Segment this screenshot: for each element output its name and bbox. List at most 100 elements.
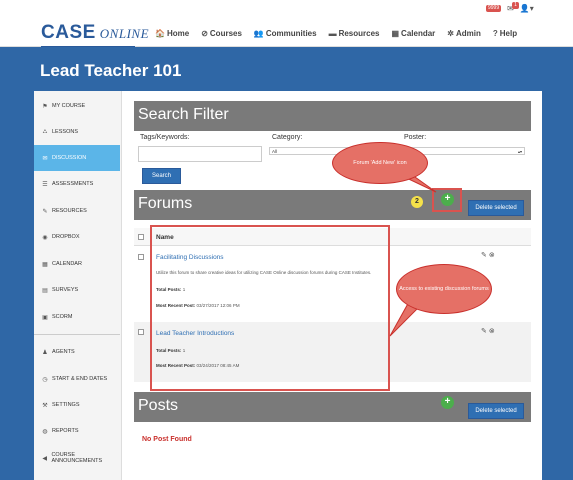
- home-icon: 🏠: [155, 29, 165, 38]
- calendar-icon: ▦: [391, 29, 400, 38]
- sidebar-item-resources[interactable]: ✎ RESOURCES: [34, 198, 120, 224]
- header-utilities: 9999 ✉ 1 👤▾: [486, 2, 534, 13]
- callout-access-forums: Access to existing discussion forums: [396, 264, 492, 314]
- case-online-logo[interactable]: CASE ONLINE: [41, 22, 149, 47]
- nav-help[interactable]: ? Help: [493, 29, 517, 38]
- forums-title: Forums: [138, 195, 193, 212]
- add-post-icon[interactable]: +: [441, 396, 454, 409]
- delete-icon[interactable]: ⊗: [489, 327, 495, 335]
- delete-icon[interactable]: ⊗: [489, 251, 495, 259]
- scorm-icon: ▣: [42, 314, 48, 321]
- course-sidebar: ⚑ MY COURSE ⛼ LESSONS ✉ DISCUSSION ☰ ASSESSM…: [34, 91, 122, 480]
- nav-home[interactable]: 🏠 Home: [155, 29, 189, 38]
- sidebar-item-lessons[interactable]: ⛼ LESSONS: [34, 119, 120, 145]
- pencil-icon: ✎: [42, 208, 48, 215]
- sidebar-item-label: SURVEYS: [52, 287, 79, 293]
- nav-courses[interactable]: ⊘ Courses: [201, 29, 242, 38]
- mail-badge: 1: [512, 2, 519, 9]
- nav-label: Help: [499, 29, 518, 38]
- posts-title: Posts: [138, 397, 179, 414]
- nav-label: Home: [166, 29, 190, 38]
- reports-icon: ◍: [42, 428, 48, 435]
- main-nav: 🏠 Home ⊘ Courses 👥 Communities ▬ Resources ▦…: [155, 29, 517, 38]
- course-title: Lead Teacher 101: [40, 61, 182, 80]
- sidebar-item-scorm[interactable]: ▣ SCORM: [34, 304, 120, 330]
- sidebar-item-reports[interactable]: ◍ REPORTS: [34, 418, 120, 444]
- edit-icon[interactable]: ✎: [481, 251, 487, 259]
- select-all-checkbox[interactable]: [138, 234, 144, 240]
- nav-label: Courses: [209, 29, 242, 38]
- nav-communities[interactable]: 👥 Communities: [254, 29, 317, 38]
- no-post-message: No Post Found: [142, 436, 192, 443]
- sidebar-item-label: REPORTS: [52, 428, 79, 434]
- add-new-highlight: [432, 188, 462, 212]
- course-banner: Lead Teacher 101: [0, 47, 573, 91]
- calendar-icon: ▦: [42, 261, 48, 268]
- sidebar-item-dropbox[interactable]: ◉ DROPBOX: [34, 224, 120, 250]
- category-label: Category:: [272, 134, 303, 141]
- sidebar-item-label: RESOURCES: [52, 208, 87, 214]
- communities-icon: 👥: [253, 29, 264, 38]
- sidebar-item-label: MY COURSE: [52, 103, 86, 109]
- discussion-icon: ✉: [42, 155, 48, 162]
- sidebar-item-label: SCORM: [52, 314, 73, 320]
- sidebar-item-my-course[interactable]: ⚑ MY COURSE: [34, 93, 120, 119]
- row-checkbox[interactable]: [138, 254, 144, 260]
- sidebar-divider: [34, 334, 120, 335]
- nav-label: Admin: [455, 29, 481, 38]
- search-filter-title: Search Filter: [138, 106, 229, 123]
- sidebar-item-label: START & END DATES: [52, 376, 108, 382]
- dropbox-icon: ◉: [42, 234, 48, 241]
- sidebar-item-agents[interactable]: ♟ AGENTS: [34, 339, 120, 365]
- delete-selected-forums-button[interactable]: Delete selected: [468, 200, 524, 216]
- search-filter-header: Search Filter: [134, 101, 531, 131]
- sidebar-item-label: CALENDAR: [52, 261, 82, 267]
- row-actions: ✎ ⊗: [481, 251, 495, 259]
- notification-badge[interactable]: 9999: [486, 5, 502, 12]
- nav-calendar[interactable]: ▦ Calendar: [391, 29, 435, 38]
- nav-resources[interactable]: ▬ Resources: [329, 29, 380, 38]
- folder-icon: ▬: [328, 29, 337, 38]
- sidebar-item-assessments[interactable]: ☰ ASSESSMENTS: [34, 171, 120, 197]
- wrench-icon: ⚒: [42, 402, 48, 409]
- user-menu-icon[interactable]: 👤▾: [520, 4, 534, 13]
- step-number-badge: 2: [411, 196, 423, 208]
- courses-icon: ⊘: [201, 29, 208, 38]
- mail-icon[interactable]: ✉ 1: [507, 2, 519, 13]
- callout-add-new: Forum 'Add New' icon: [332, 142, 428, 184]
- row-checkbox[interactable]: [138, 329, 144, 335]
- delete-selected-posts-button[interactable]: Delete selected: [468, 403, 524, 419]
- sidebar-item-label: SETTINGS: [52, 402, 80, 408]
- gear-icon: ✲: [447, 29, 454, 38]
- edit-icon[interactable]: ✎: [481, 327, 487, 335]
- sidebar-item-start-end-dates[interactable]: ◷ START & END DATES: [34, 366, 120, 392]
- sidebar-item-course-announcements[interactable]: ◀ COURSE ANNOUNCEMENTS: [34, 445, 120, 471]
- list-icon: ☰: [42, 181, 48, 188]
- forum-list-highlight: [150, 225, 390, 391]
- top-header: CASE ONLINE 🏠 Home ⊘ Courses 👥 Communities ▬…: [0, 0, 573, 47]
- sidebar-item-surveys[interactable]: ▤ SURVEYS: [34, 277, 120, 303]
- megaphone-icon: ◀: [42, 455, 48, 462]
- sidebar-item-label: LESSONS: [52, 129, 78, 135]
- sidebar-item-discussion[interactable]: ✉ DISCUSSION: [34, 145, 120, 171]
- sidebar-item-label: ASSESSMENTS: [52, 181, 94, 187]
- sidebar-item-label: DISCUSSION: [52, 155, 87, 161]
- logo-text: CASE: [41, 22, 96, 43]
- nav-label: Communities: [265, 29, 317, 38]
- search-button[interactable]: Search: [142, 168, 181, 184]
- clock-icon: ◷: [42, 376, 48, 383]
- sidebar-item-calendar[interactable]: ▦ CALENDAR: [34, 251, 120, 277]
- agent-icon: ♟: [42, 349, 48, 356]
- sidebar-item-label: DROPBOX: [52, 234, 80, 240]
- sidebar-item-label: AGENTS: [52, 349, 75, 355]
- sidebar-item-settings[interactable]: ⚒ SETTINGS: [34, 392, 120, 418]
- tags-label: Tags/Keywords:: [140, 134, 190, 141]
- category-value: All: [272, 149, 278, 154]
- sidebar-item-label: COURSE ANNOUNCEMENTS: [51, 452, 103, 464]
- nav-admin[interactable]: ✲ Admin: [447, 29, 481, 38]
- nav-label: Calendar: [401, 29, 436, 38]
- nav-label: Resources: [338, 29, 380, 38]
- lessons-icon: ⛼: [42, 129, 48, 135]
- tags-input[interactable]: [138, 146, 262, 162]
- row-actions: ✎ ⊗: [481, 327, 495, 335]
